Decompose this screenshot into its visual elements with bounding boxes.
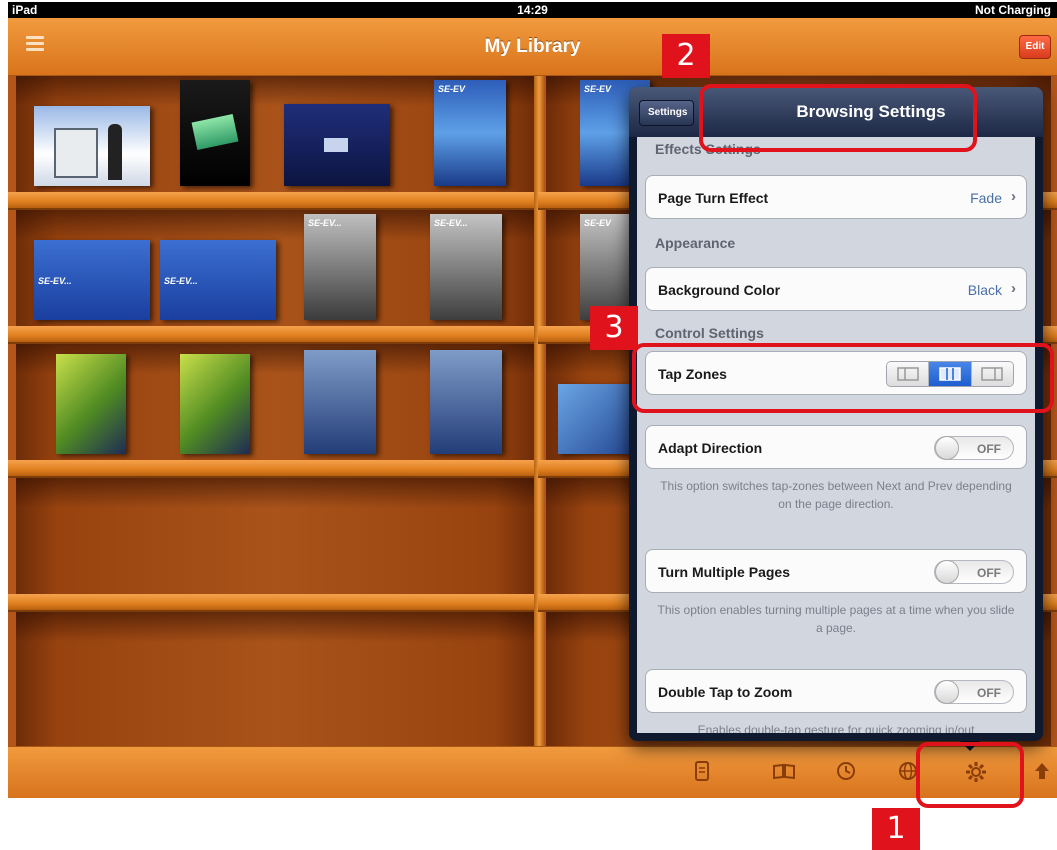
document-icon[interactable]: [690, 761, 714, 785]
book-title: SE-EV...: [164, 276, 198, 286]
book-title: SE-EV...: [308, 218, 342, 228]
adapt-direction-toggle[interactable]: OFF: [934, 436, 1014, 460]
highlight-gear-button: [916, 742, 1024, 808]
book-cover[interactable]: [56, 354, 126, 454]
toggle-state: OFF: [977, 566, 1001, 580]
shelf-plank: [8, 460, 544, 478]
book-cover[interactable]: SE-EV...: [430, 214, 502, 320]
shelf-divider: [534, 76, 544, 746]
double-tap-zoom-row: Double Tap to Zoom OFF: [645, 669, 1027, 713]
shelf-row-3: [16, 344, 536, 460]
shelf-plank: [8, 594, 544, 612]
toggle-state: OFF: [977, 442, 1001, 456]
book-cover[interactable]: [34, 106, 150, 186]
book-cover[interactable]: [180, 354, 250, 454]
book-title: SE-EV...: [434, 218, 468, 228]
adapt-direction-label: Adapt Direction: [658, 440, 763, 456]
ipad-screen: iPad 14:29 Not Charging My Library Edit: [0, 0, 1057, 850]
turn-multiple-pages-note: This option enables turning multiple pag…: [657, 603, 1015, 635]
book-cover[interactable]: SE-EV...: [160, 240, 276, 320]
book-cover[interactable]: SE-EV...: [34, 240, 150, 320]
device-label: iPad: [12, 3, 38, 17]
bottom-toolbar: [8, 746, 1057, 798]
browsing-settings-popover: Settings Browsing Settings Effects Setti…: [629, 87, 1043, 741]
book-cover[interactable]: [304, 350, 376, 454]
chevron-right-icon: ›: [1011, 188, 1016, 205]
turn-multiple-pages-toggle[interactable]: OFF: [934, 560, 1014, 584]
clock-icon[interactable]: [834, 761, 858, 785]
book-title: SE-EV: [438, 84, 466, 94]
highlight-tap-zones: [632, 343, 1054, 413]
status-bar: iPad 14:29 Not Charging: [8, 2, 1057, 18]
toggle-knob: [935, 436, 959, 460]
book-cover[interactable]: [284, 104, 390, 186]
book-title: SE-EV: [584, 84, 612, 94]
page-title: My Library: [484, 36, 581, 57]
page-turn-effect-row[interactable]: Page Turn Effect Fade ›: [645, 175, 1027, 219]
double-tap-zoom-label: Double Tap to Zoom: [658, 684, 793, 700]
upload-icon[interactable]: [1030, 761, 1054, 785]
highlight-browsing-settings: [699, 84, 977, 152]
edit-button[interactable]: Edit: [1019, 35, 1051, 59]
adapt-direction-note: This option switches tap-zones between N…: [660, 479, 1012, 511]
book-cover[interactable]: [430, 350, 502, 454]
shelf-row-2: SE-EV... SE-EV... SE-EV... SE-EV...: [16, 210, 536, 326]
toggle-state: OFF: [977, 686, 1001, 700]
book-cover[interactable]: [180, 80, 250, 186]
double-tap-zoom-toggle[interactable]: OFF: [934, 680, 1014, 704]
shelf-row-4: [16, 478, 536, 594]
step-badge-2: 2: [662, 34, 710, 78]
battery-status: Not Charging: [975, 3, 1051, 17]
turn-multiple-pages-label: Turn Multiple Pages: [658, 564, 790, 580]
background-color-label: Background Color: [658, 282, 781, 298]
shelf-plank: [8, 326, 544, 344]
settings-back-button[interactable]: Settings: [639, 100, 695, 126]
section-control-settings: Control Settings: [655, 325, 764, 341]
section-appearance: Appearance: [655, 235, 736, 251]
shelf-left-column: SE-EV SE-EV... SE-EV... SE-EV... SE-EV..…: [8, 76, 544, 746]
navigation-bar: My Library Edit: [8, 18, 1057, 76]
adapt-direction-row: Adapt Direction OFF: [645, 425, 1027, 469]
toggle-knob: [935, 560, 959, 584]
step-badge-3: 3: [590, 306, 638, 350]
book-cover[interactable]: SE-EV...: [304, 214, 376, 320]
background-color-value: Black: [967, 282, 1002, 298]
book-title: SE-EV...: [38, 276, 72, 286]
double-tap-zoom-note: Enables double-tap gesture for quick zoo…: [697, 723, 975, 733]
book-title: SE-EV: [584, 218, 612, 228]
clock: 14:29: [517, 3, 548, 17]
page-turn-effect-label: Page Turn Effect: [658, 190, 769, 206]
page-turn-effect-value: Fade: [970, 190, 1002, 206]
shelf-row-5: [16, 612, 536, 746]
book-open-icon[interactable]: [772, 761, 796, 785]
shelf-row-1: SE-EV: [16, 76, 536, 192]
background-color-row[interactable]: Background Color Black ›: [645, 267, 1027, 311]
book-cover[interactable]: SE-EV: [434, 80, 506, 186]
shelf-plank: [8, 192, 544, 210]
toggle-knob: [935, 680, 959, 704]
turn-multiple-pages-row: Turn Multiple Pages OFF: [645, 549, 1027, 593]
settings-list: Effects Settings Page Turn Effect Fade ›…: [637, 137, 1035, 733]
step-badge-1: 1: [872, 808, 920, 850]
chevron-right-icon: ›: [1011, 280, 1016, 297]
